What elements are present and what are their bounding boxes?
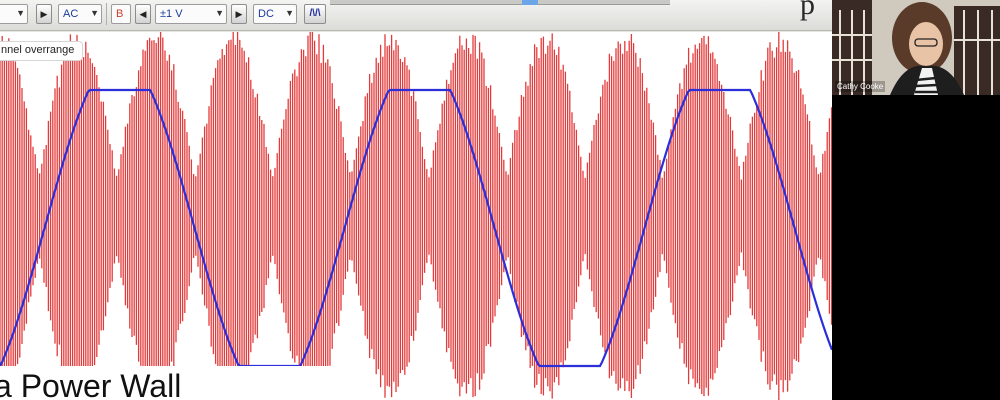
channel-a-range-select[interactable]: ▼ [0,4,28,24]
dropdown-caret-icon: ▼ [90,8,99,18]
coupling-b-select[interactable]: DC ▼ [253,4,297,24]
toolbar-highlight [522,0,538,5]
next-range-b-button[interactable]: ▶ [231,4,247,24]
slide-title-box: a Power Wall [0,366,344,400]
channel-b-button[interactable]: B [111,4,131,24]
toolbar-top-strip [330,0,670,5]
channel-overrange-warning: nnel overrange [0,41,84,61]
slide-title: a Power Wall [0,368,182,400]
participant-video-tile[interactable]: Cathy Cooke [832,0,1000,95]
red-burst-signal [0,32,832,400]
burst-strokes [0,32,832,400]
arrow-right-icon: ▶ [235,9,243,19]
range-value: ±1 V [160,8,183,20]
dropdown-caret-icon: ▼ [215,8,224,18]
waveform-icon: /\/\ [309,8,321,19]
dropdown-caret-icon: ▼ [16,8,25,18]
channel-b-label: B [116,8,124,20]
prev-range-button[interactable]: ◀ [135,4,151,24]
range-select[interactable]: ±1 V ▼ [155,4,227,24]
shared-screen: ▼ ▶ AC ▼ B ◀ ±1 V ▼ ▶ DC ▼ /\/\ p nnel o… [0,0,832,400]
waveform-plot [0,32,832,400]
coupling-value: AC [63,8,79,20]
arrow-right-icon: ▶ [40,9,48,19]
dropdown-caret-icon: ▼ [285,8,294,18]
scope-toolbar: ▼ ▶ AC ▼ B ◀ ±1 V ▼ ▶ DC ▼ /\/\ p [0,0,832,31]
waveform-button[interactable]: /\/\ [304,4,326,24]
toolbar-divider [106,3,107,25]
coupling-b-value: DC [258,8,274,20]
next-range-button[interactable]: ▶ [36,4,52,24]
logo-fragment: p [800,0,815,21]
participant-name: Cathy Cooke [835,81,886,92]
coupling-select[interactable]: AC ▼ [58,4,102,24]
oscilloscope-display[interactable] [0,32,832,400]
arrow-left-icon: ◀ [139,9,147,19]
